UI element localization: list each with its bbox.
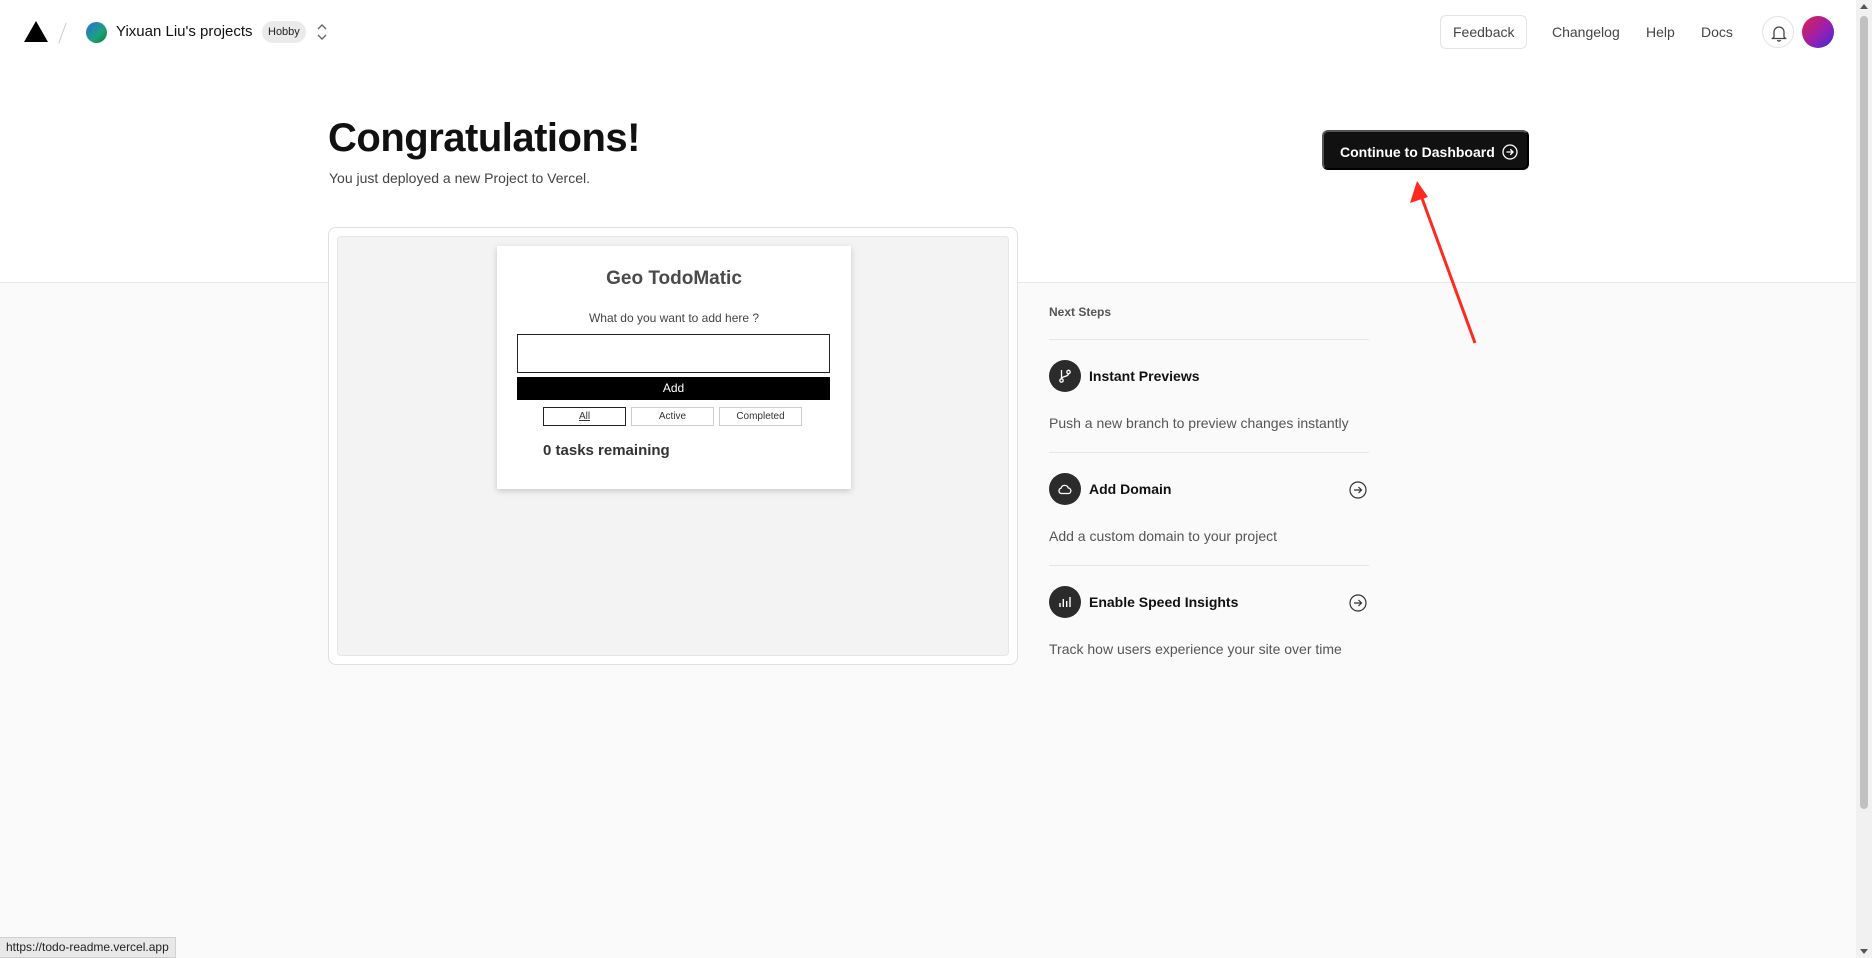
chevron-up-down-icon[interactable] <box>314 20 330 44</box>
continue-to-dashboard-button[interactable]: Continue to Dashboard <box>1322 130 1529 170</box>
feedback-button[interactable]: Feedback <box>1440 15 1528 49</box>
arrow-circle-right-icon <box>1502 144 1518 160</box>
nav-changelog-link[interactable]: Changelog <box>1552 24 1620 40</box>
next-step-description: Track how users experience your site ove… <box>1049 641 1342 657</box>
next-steps-heading: Next Steps <box>1049 305 1112 319</box>
deployment-preview-card[interactable]: Geo TodoMatic What do you want to add he… <box>328 227 1018 665</box>
next-step-title[interactable]: Add Domain <box>1089 481 1171 497</box>
scroll-up-arrow-icon[interactable] <box>1860 4 1868 9</box>
filter-completed-button: Completed <box>719 407 802 426</box>
team-avatar[interactable] <box>86 22 107 43</box>
todo-app-title: Geo TodoMatic <box>606 268 742 289</box>
top-navbar: Yixuan Liu's projects Hobby Feedback Cha… <box>0 0 1856 64</box>
todo-add-button: Add <box>517 377 830 400</box>
tasks-remaining-heading: 0 tasks remaining <box>543 442 670 459</box>
page-title: Congratulations! <box>328 116 640 160</box>
team-name[interactable]: Yixuan Liu's projects <box>116 23 253 40</box>
divider <box>1049 452 1369 453</box>
scrollbar-thumb[interactable] <box>1860 16 1868 809</box>
page-scrollbar[interactable] <box>1856 0 1872 958</box>
page-subtitle: You just deployed a new Project to Verce… <box>329 170 590 186</box>
divider <box>1049 565 1369 566</box>
vercel-logo-icon[interactable] <box>24 21 48 42</box>
cta-label: Continue to Dashboard <box>1340 144 1495 160</box>
annotation-arrow <box>1410 181 1477 344</box>
next-step-title[interactable]: Enable Speed Insights <box>1089 594 1238 610</box>
breadcrumb-separator <box>58 22 67 44</box>
scroll-down-arrow-icon[interactable] <box>1860 949 1868 954</box>
arrow-circle-right-icon[interactable] <box>1349 481 1367 499</box>
arrow-circle-right-icon[interactable] <box>1349 594 1367 612</box>
nav-docs-link[interactable]: Docs <box>1701 24 1733 40</box>
cloud-icon <box>1049 473 1081 505</box>
next-step-title[interactable]: Instant Previews <box>1089 368 1200 384</box>
notifications-button[interactable] <box>1762 16 1794 48</box>
nav-help-link[interactable]: Help <box>1646 24 1675 40</box>
todo-prompt: What do you want to add here ? <box>588 311 760 325</box>
next-step-description: Push a new branch to preview changes ins… <box>1049 415 1349 431</box>
filter-all-button: All <box>543 407 626 426</box>
filter-active-button: Active <box>631 407 714 426</box>
todo-input <box>517 334 830 373</box>
bell-icon <box>1771 26 1787 42</box>
next-step-description: Add a custom domain to your project <box>1049 528 1278 544</box>
preview-frame: Geo TodoMatic What do you want to add he… <box>337 236 1009 656</box>
plan-badge: Hobby <box>262 21 306 43</box>
link-status-bar: https://todo-readme.vercel.app <box>0 937 176 958</box>
todo-app-preview: Geo TodoMatic What do you want to add he… <box>497 246 851 489</box>
user-avatar[interactable] <box>1802 16 1834 48</box>
git-branch-icon <box>1049 360 1081 392</box>
bar-chart-icon <box>1049 586 1081 618</box>
divider <box>1049 339 1369 340</box>
